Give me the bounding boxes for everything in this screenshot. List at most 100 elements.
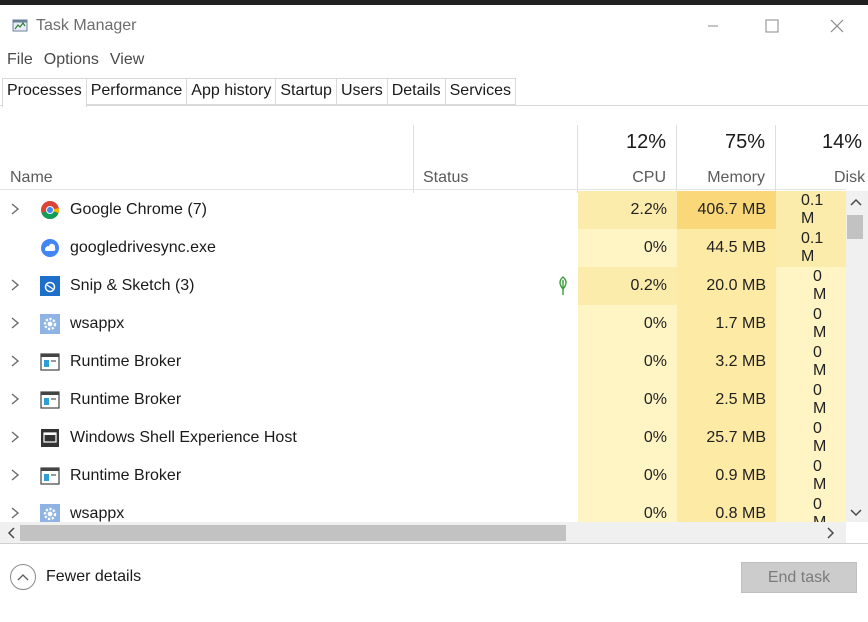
- process-name: Runtime Broker: [70, 467, 182, 484]
- maximize-button[interactable]: [749, 11, 795, 41]
- cpu-value: 0%: [578, 495, 677, 522]
- column-header-memory[interactable]: 75% Memory: [677, 125, 776, 193]
- chevron-right-icon[interactable]: [10, 316, 24, 332]
- process-row[interactable]: Windows Shell Experience Host 0% 25.7 MB…: [0, 419, 846, 457]
- fewer-details-label: Fewer details: [46, 568, 142, 585]
- tab-details[interactable]: Details: [387, 78, 446, 105]
- close-button[interactable]: [814, 11, 860, 41]
- disk-value: 0 M: [776, 381, 846, 419]
- process-name: wsappx: [70, 505, 125, 522]
- disk-value: 0.1 M: [776, 191, 846, 229]
- chevron-right-icon[interactable]: [10, 278, 24, 294]
- chrome-icon: [41, 201, 60, 220]
- chevron-right-icon[interactable]: [10, 392, 24, 408]
- cpu-total-percent: 12%: [625, 131, 666, 153]
- cpu-value: 0%: [578, 457, 677, 495]
- column-label-disk: Disk: [834, 169, 866, 186]
- chevron-right-icon[interactable]: [10, 506, 24, 522]
- scroll-down-arrow-icon[interactable]: [850, 505, 862, 521]
- tab-startup[interactable]: Startup: [276, 78, 337, 105]
- menu-view[interactable]: View: [106, 49, 148, 75]
- process-name: Runtime Broker: [70, 391, 182, 408]
- google-drive-sync-icon: [41, 239, 59, 257]
- tab-services[interactable]: Services: [445, 78, 516, 105]
- runtime-broker-icon: [40, 391, 60, 409]
- fewer-details-button[interactable]: Fewer details: [10, 564, 141, 590]
- minimize-button[interactable]: [690, 11, 736, 41]
- column-label-status: Status: [423, 169, 469, 186]
- horizontal-scrollbar-thumb[interactable]: [20, 525, 566, 541]
- column-header-cpu[interactable]: 12% CPU: [578, 125, 677, 193]
- scroll-up-arrow-icon[interactable]: [850, 194, 862, 210]
- column-label-memory: Memory: [707, 169, 765, 186]
- chevron-up-icon: [10, 564, 36, 590]
- process-row[interactable]: wsappx 0% 0.8 MB 0 M: [0, 495, 846, 522]
- task-manager-window: Task Manager File Options View Processes…: [0, 5, 868, 622]
- process-list: Google Chrome (7) 2.2% 406.7 MB 0.1 M go…: [0, 191, 846, 522]
- gear-icon: [40, 314, 60, 334]
- vertical-scrollbar[interactable]: [846, 191, 868, 522]
- column-header-name[interactable]: Name: [0, 125, 414, 193]
- cpu-value: 0.2%: [578, 267, 677, 305]
- process-row[interactable]: Google Chrome (7) 2.2% 406.7 MB 0.1 M: [0, 191, 846, 229]
- tab-processes[interactable]: Processes: [2, 78, 87, 107]
- disk-value: 0 M: [776, 343, 846, 381]
- memory-value: 0.9 MB: [677, 457, 776, 495]
- task-manager-app-icon: [12, 19, 28, 32]
- vertical-scrollbar-thumb[interactable]: [847, 215, 863, 239]
- chevron-right-icon[interactable]: [10, 354, 24, 370]
- end-task-button[interactable]: End task: [741, 562, 857, 593]
- chevron-right-icon[interactable]: [10, 430, 24, 446]
- chevron-right-icon[interactable]: [10, 468, 24, 484]
- process-row[interactable]: googledrivesync.exe 0% 44.5 MB 0.1 M: [0, 229, 846, 267]
- window-title: Task Manager: [36, 17, 137, 34]
- footer: Fewer details End task: [0, 544, 868, 622]
- disk-total-percent: 14%: [822, 131, 863, 153]
- disk-value: 0 M: [776, 457, 846, 495]
- process-name: Snip & Sketch (3): [70, 277, 195, 294]
- suspended-leaf-icon: [559, 276, 567, 295]
- column-header-row: Name Status 12% CPU 75% Memory 14% Disk: [0, 125, 868, 193]
- scroll-left-arrow-icon[interactable]: [6, 526, 16, 543]
- memory-value: 406.7 MB: [677, 191, 776, 229]
- process-row[interactable]: Snip & Sketch (3) 0.2% 20.0 MB 0 M: [0, 267, 846, 305]
- header-divider: [0, 189, 846, 190]
- memory-value: 1.7 MB: [677, 305, 776, 343]
- disk-value: 0.1 M: [776, 229, 846, 267]
- tab-app-history[interactable]: App history: [187, 78, 277, 105]
- snip-sketch-icon: [40, 276, 60, 296]
- process-name: wsappx: [70, 315, 125, 332]
- menu-file[interactable]: File: [3, 49, 37, 75]
- column-label-cpu: CPU: [632, 169, 666, 186]
- menu-bar: File Options View: [0, 49, 148, 75]
- memory-value: 44.5 MB: [677, 229, 776, 267]
- shell-host-icon: [41, 429, 59, 447]
- memory-value: 3.2 MB: [677, 343, 776, 381]
- chevron-right-icon[interactable]: [10, 202, 24, 218]
- runtime-broker-icon: [40, 353, 60, 371]
- process-row[interactable]: wsappx 0% 1.7 MB 0 M: [0, 305, 846, 343]
- process-name: Windows Shell Experience Host: [70, 429, 297, 446]
- cpu-value: 0%: [578, 419, 677, 457]
- process-row[interactable]: Runtime Broker 0% 3.2 MB 0 M: [0, 343, 846, 381]
- tab-performance[interactable]: Performance: [86, 78, 188, 105]
- tab-strip: Processes Performance App history Startu…: [2, 78, 516, 107]
- minimize-icon: [708, 25, 718, 27]
- memory-value: 2.5 MB: [677, 381, 776, 419]
- scroll-right-arrow-icon[interactable]: [826, 526, 836, 543]
- memory-value: 0.8 MB: [677, 495, 776, 522]
- close-icon: [830, 19, 844, 33]
- title-bar[interactable]: Task Manager: [0, 5, 868, 47]
- status-cell: [548, 267, 578, 305]
- process-row[interactable]: Runtime Broker 0% 0.9 MB 0 M: [0, 457, 846, 495]
- cpu-value: 0%: [578, 343, 677, 381]
- column-header-status[interactable]: Status: [414, 125, 578, 193]
- menu-options[interactable]: Options: [40, 49, 103, 75]
- process-row[interactable]: Runtime Broker 0% 2.5 MB 0 M: [0, 381, 846, 419]
- gear-icon: [40, 504, 60, 522]
- tab-users[interactable]: Users: [336, 78, 388, 105]
- column-header-disk[interactable]: 14% Disk: [776, 125, 868, 193]
- disk-value: 0 M: [776, 419, 846, 457]
- maximize-icon: [765, 19, 779, 33]
- cpu-value: 0%: [578, 229, 677, 267]
